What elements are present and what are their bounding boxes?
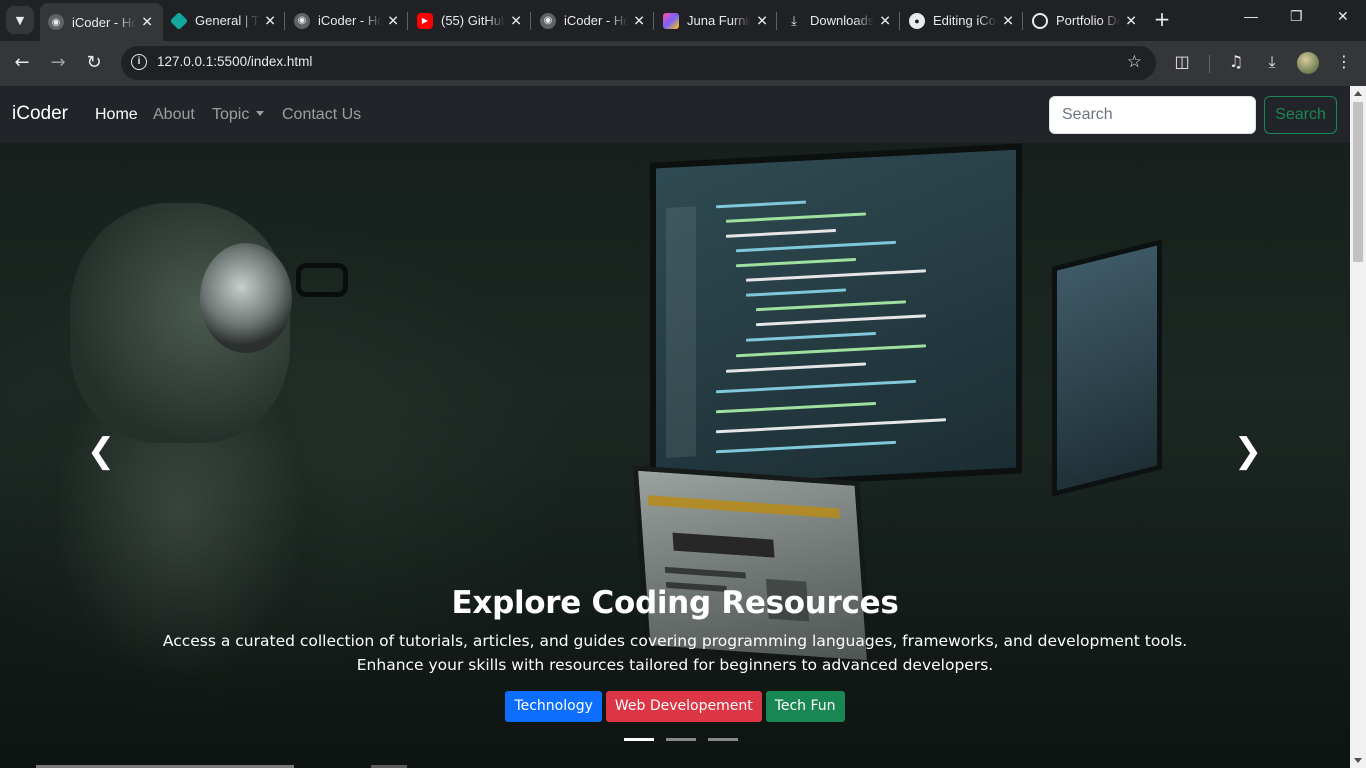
close-icon[interactable]: ✕ [756,12,768,29]
search-button[interactable]: Search [1264,96,1337,134]
tab-title: iCoder - Home [72,14,136,30]
tab-9[interactable]: Portfolio Design ✕ [1024,3,1147,38]
scroll-down-arrow[interactable] [1354,758,1362,763]
extensions-icon[interactable]: ◫ [1171,52,1193,71]
web-page: iCoder Home About Topic Contact Us Searc… [0,86,1350,768]
download-icon[interactable]: ⤓ [1261,52,1283,72]
teal-diamond-icon [169,11,189,30]
tab-title: Editing iCoder [933,13,997,28]
chevron-down-icon: ▼ [15,13,25,27]
tab-search-button[interactable]: ▼ [6,6,34,34]
chevron-left-icon: ❮ [86,431,116,471]
tab-1[interactable]: ◉ iCoder - Home ✕ [40,3,163,41]
info-icon[interactable]: i [131,54,147,70]
carousel-indicator-3[interactable] [708,738,738,741]
restore-icon: ❐ [1290,8,1303,24]
browser-toolbar: ← → ↻ i 127.0.0.1:5500/index.html ☆ ◫ ♫ … [0,41,1366,86]
plus-icon: + [1153,7,1171,31]
chevron-right-icon: ❯ [1233,431,1263,471]
media-control-icon[interactable]: ♫ [1225,52,1247,71]
profile-avatar[interactable] [1297,52,1319,74]
tab-5[interactable]: ◉ iCoder - Home ✕ [532,3,655,38]
tab-title: Downloads [810,13,874,28]
carousel-indicator-2[interactable] [666,738,696,741]
minimize-button[interactable]: — [1244,8,1258,24]
tab-title: Portfolio Design [1056,13,1120,28]
tab-6[interactable]: Juna Furniture ✕ [655,3,778,38]
carousel-text-line-1: Access a curated collection of tutorials… [162,632,1188,650]
close-icon[interactable]: ✕ [1125,12,1137,29]
carousel-next-button[interactable]: ❯ [1233,434,1263,468]
nav-topic-label: Topic [212,106,250,123]
carousel-heading: Explore Coding Resources [451,585,899,621]
close-window-button[interactable]: ✕ [1337,8,1349,25]
close-icon: ✕ [1337,8,1349,24]
figma-icon [663,12,679,29]
youtube-icon: ▶ [417,12,433,29]
technology-button[interactable]: Technology [505,691,602,722]
carousel-indicators [624,738,738,741]
carousel-indicator-1[interactable] [624,738,654,741]
globe-icon: ◉ [294,12,310,29]
url-text[interactable]: 127.0.0.1:5500/index.html [157,54,312,69]
carousel-text: Access a curated collection of tutorials… [0,629,1350,677]
tab-strip: ▼ ◉ iCoder - Home ✕ General | Teal ✕ ◉ i… [0,0,1366,41]
carousel-prev-button[interactable]: ❮ [86,434,116,468]
nav-contact[interactable]: Contact Us [282,106,361,124]
tab-3[interactable]: ◉ iCoder - Home ✕ [286,3,409,38]
scroll-up-arrow[interactable] [1354,91,1362,96]
tab-7[interactable]: ⤓ Downloads ✕ [778,3,901,38]
arrow-right-icon: → [50,52,66,73]
tech-fun-button[interactable]: Tech Fun [765,691,845,722]
restore-button[interactable]: ❐ [1290,8,1303,25]
carousel-buttons: Technology Web Developement Tech Fun [0,691,1350,722]
globe-icon: ◉ [540,12,556,29]
brand-logo[interactable]: iCoder [12,103,68,125]
close-icon[interactable]: ✕ [387,12,399,29]
page-scrollbar[interactable] [1350,86,1366,768]
globe-icon: ◉ [48,14,64,30]
openai-icon [1032,12,1048,29]
tab-title: (55) GitHub [441,13,505,28]
close-icon[interactable]: ✕ [633,12,645,29]
nav-home[interactable]: Home [95,106,138,124]
close-icon[interactable]: ✕ [879,12,891,29]
web-development-button[interactable]: Web Developement [605,691,762,722]
tab-title: iCoder - Home [564,13,628,28]
caret-down-icon [256,111,265,116]
carousel-text-line-2: Enhance your skills with resources tailo… [356,656,994,674]
hero-carousel: ❮ ❯ Explore Coding Resources Access a cu… [0,143,1350,768]
reload-button[interactable]: ↻ [82,51,106,75]
tab-title: Juna Furniture [687,13,751,28]
reload-icon: ↻ [86,52,102,73]
search-input[interactable] [1049,96,1256,134]
close-icon[interactable]: ✕ [1002,12,1014,29]
scroll-thumb[interactable] [1353,102,1363,262]
site-navbar: iCoder Home About Topic Contact Us Searc… [0,86,1350,143]
close-icon[interactable]: ✕ [264,12,276,29]
github-icon: ● [909,12,925,29]
back-button[interactable]: ← [10,51,34,75]
minimize-icon: — [1244,8,1258,24]
close-icon[interactable]: ✕ [141,14,153,31]
download-icon: ⤓ [791,12,797,28]
address-bar[interactable]: i 127.0.0.1:5500/index.html ☆ [121,46,1156,80]
nav-topic-dropdown[interactable]: Topic [212,106,265,124]
tab-4[interactable]: ▶ (55) GitHub ✕ [409,3,532,38]
new-tab-button[interactable]: + [1150,8,1174,32]
forward-button[interactable]: → [46,51,70,75]
nav-about[interactable]: About [153,106,195,124]
star-icon[interactable]: ☆ [1127,52,1142,72]
close-icon[interactable]: ✕ [510,12,522,29]
tab-8[interactable]: ● Editing iCoder ✕ [901,3,1024,38]
tab-2[interactable]: General | Teal ✕ [163,3,286,38]
tab-title: iCoder - Home [318,13,382,28]
tab-title: General | Teal [195,13,259,28]
arrow-left-icon: ← [14,52,30,73]
menu-dots-icon[interactable]: ⋮ [1333,52,1355,71]
carousel-caption: Explore Coding Resources Access a curate… [0,583,1350,722]
